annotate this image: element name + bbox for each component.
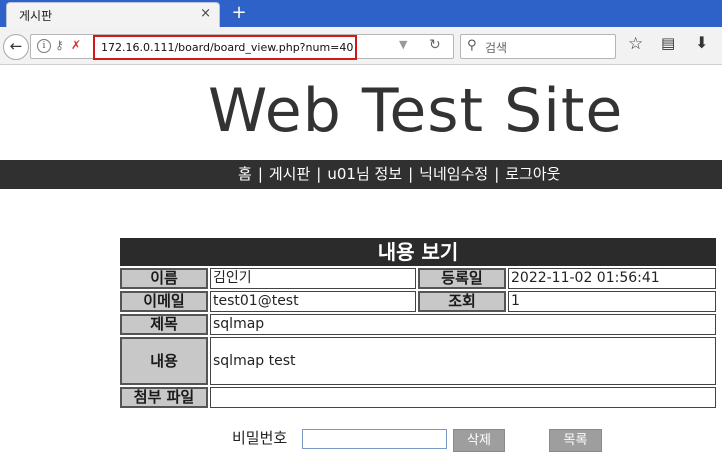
- content-label: 내용: [120, 337, 208, 385]
- password-label: 비밀번호: [232, 429, 288, 447]
- key-icon[interactable]: ⚷: [55, 38, 64, 52]
- menu-separator: |: [494, 165, 500, 183]
- bookmark-star-icon[interactable]: ☆: [628, 34, 643, 54]
- password-blocked-icon[interactable]: ✗: [71, 38, 81, 52]
- name-value: 김인기: [210, 268, 416, 289]
- close-icon[interactable]: ×: [200, 6, 211, 21]
- list-button[interactable]: 목록: [549, 429, 602, 452]
- subject-value: sqlmap: [210, 314, 716, 335]
- views-label: 조회: [418, 291, 506, 312]
- menu-item-logout[interactable]: 로그아웃: [505, 165, 560, 183]
- views-value: 1: [508, 291, 716, 312]
- delete-button[interactable]: 삭제: [453, 429, 505, 452]
- attachment-value[interactable]: [210, 387, 716, 408]
- search-placeholder: 검색: [485, 41, 508, 55]
- post-view-header: 내용 보기: [120, 238, 716, 266]
- attachment-label: 첨부 파일: [120, 387, 208, 408]
- download-icon[interactable]: ⬇: [695, 33, 708, 52]
- reg-date-label: 등록일: [418, 268, 506, 289]
- name-label: 이름: [120, 268, 208, 289]
- browser-toolbar: ← i ⚷ ✗ 172.16.0.111/board/board_view.ph…: [0, 27, 722, 65]
- content-value: sqlmap test: [210, 337, 716, 385]
- url-text[interactable]: 172.16.0.111/board/board_view.php?num=40: [101, 41, 353, 54]
- reg-date-value: 2022-11-02 01:56:41: [508, 268, 716, 289]
- site-title: Web Test Site: [208, 76, 624, 146]
- menu-item-board[interactable]: 게시판: [269, 165, 310, 183]
- new-tab-icon[interactable]: +: [230, 2, 248, 24]
- chevron-down-icon[interactable]: ▼: [399, 38, 407, 51]
- menu-item-home[interactable]: 홈: [238, 165, 252, 183]
- url-highlight-box: 172.16.0.111/board/board_view.php?num=40: [93, 35, 357, 60]
- reload-icon[interactable]: ↻: [429, 37, 441, 53]
- email-label: 이메일: [120, 291, 208, 312]
- menu-item-edit-nickname[interactable]: 닉네임수정: [419, 165, 488, 183]
- menu-separator: |: [408, 165, 414, 183]
- password-input[interactable]: [302, 429, 447, 449]
- subject-label: 제목: [120, 314, 208, 335]
- back-arrow-icon[interactable]: ←: [3, 34, 29, 60]
- reading-list-icon[interactable]: ▤: [661, 34, 675, 52]
- menu-item-user-info[interactable]: u01님 정보: [327, 165, 402, 183]
- search-field[interactable]: ⚲ 검색: [460, 34, 616, 59]
- menu-separator: |: [316, 165, 322, 183]
- email-value: test01@test: [210, 291, 416, 312]
- address-bar[interactable]: i ⚷ ✗ 172.16.0.111/board/board_view.php?…: [30, 34, 454, 60]
- browser-tab-bar: 게시판 × +: [0, 0, 722, 27]
- tab-title: 게시판: [19, 9, 53, 23]
- site-menu: 홈 | 게시판 | u01님 정보 | 닉네임수정 | 로그아웃: [238, 163, 560, 184]
- site-menu-bar: 홈 | 게시판 | u01님 정보 | 닉네임수정 | 로그아웃: [0, 160, 722, 189]
- info-icon[interactable]: i: [37, 39, 51, 53]
- browser-tab[interactable]: 게시판 ×: [6, 2, 220, 27]
- menu-separator: |: [257, 165, 263, 183]
- search-icon: ⚲: [467, 38, 477, 53]
